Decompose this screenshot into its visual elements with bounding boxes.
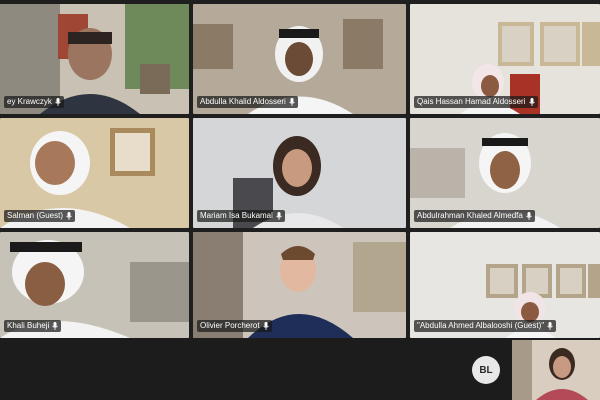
self-view-thumbnail[interactable] [512, 340, 600, 400]
microphone-muted-icon [289, 98, 295, 106]
participant-name: ey Krawczyk [7, 97, 52, 106]
self-view-frame [512, 340, 600, 400]
participant-name-label: Salman (Guest) [4, 210, 76, 222]
participant-name-label: "Abdulla Ahmed Albalooshi (Guest)" [414, 320, 557, 332]
participant-name-label: Olivier Porcherot [197, 320, 272, 332]
participant-tile[interactable]: Khali Buheji [0, 232, 189, 338]
microphone-muted-icon [262, 322, 269, 330]
microphone-muted-icon [66, 212, 72, 220]
microphone-muted-icon [526, 212, 532, 220]
participant-tile[interactable]: Mariam Isa Bukamal [193, 118, 406, 228]
participant-name: "Abdulla Ahmed Albalooshi (Guest)" [417, 321, 545, 330]
participant-name: Qais Hassan Hamad Aldosseri [417, 97, 526, 106]
avatar-initials: BL [479, 364, 493, 376]
video-grid: ey Krawczyk Abdulla Khalid Aldosseri Qai… [0, 4, 600, 338]
participant-name-label: Mariam Isa Bukamal [197, 210, 285, 222]
participant-name: Abdulrahman Khaled Almedfa [417, 211, 523, 220]
self-avatar[interactable]: BL [472, 356, 500, 384]
participant-tile[interactable]: Olivier Porcherot [193, 232, 406, 338]
participant-name-label: Qais Hassan Hamad Aldosseri [414, 96, 538, 108]
participant-name: Salman (Guest) [7, 211, 64, 220]
microphone-muted-icon [528, 98, 535, 106]
bottom-bar [0, 338, 600, 400]
participant-tile[interactable]: Qais Hassan Hamad Aldosseri [410, 4, 600, 114]
participant-tile[interactable]: Abdulla Khalid Aldosseri [193, 4, 406, 114]
participant-name-label: Abdulrahman Khaled Almedfa [414, 210, 535, 222]
microphone-muted-icon [276, 212, 282, 220]
microphone-muted-icon [52, 322, 59, 330]
microphone-muted-icon [55, 98, 61, 106]
microphone-muted-icon [547, 322, 553, 330]
participant-name: Abdulla Khalid Aldosseri [200, 97, 286, 106]
participant-name: Olivier Porcherot [200, 321, 260, 330]
participant-tile[interactable]: Abdulrahman Khaled Almedfa [410, 118, 600, 228]
participant-tile[interactable]: ey Krawczyk [0, 4, 189, 114]
participant-name-label: ey Krawczyk [4, 96, 64, 108]
participant-tile[interactable]: "Abdulla Ahmed Albalooshi (Guest)" [410, 232, 600, 338]
participant-name-label: Abdulla Khalid Aldosseri [197, 96, 298, 108]
participant-name: Khali Buheji [7, 321, 50, 330]
participant-tile[interactable]: Salman (Guest) [0, 118, 189, 228]
participant-name: Mariam Isa Bukamal [200, 211, 273, 220]
participant-name-label: Khali Buheji [4, 320, 62, 332]
